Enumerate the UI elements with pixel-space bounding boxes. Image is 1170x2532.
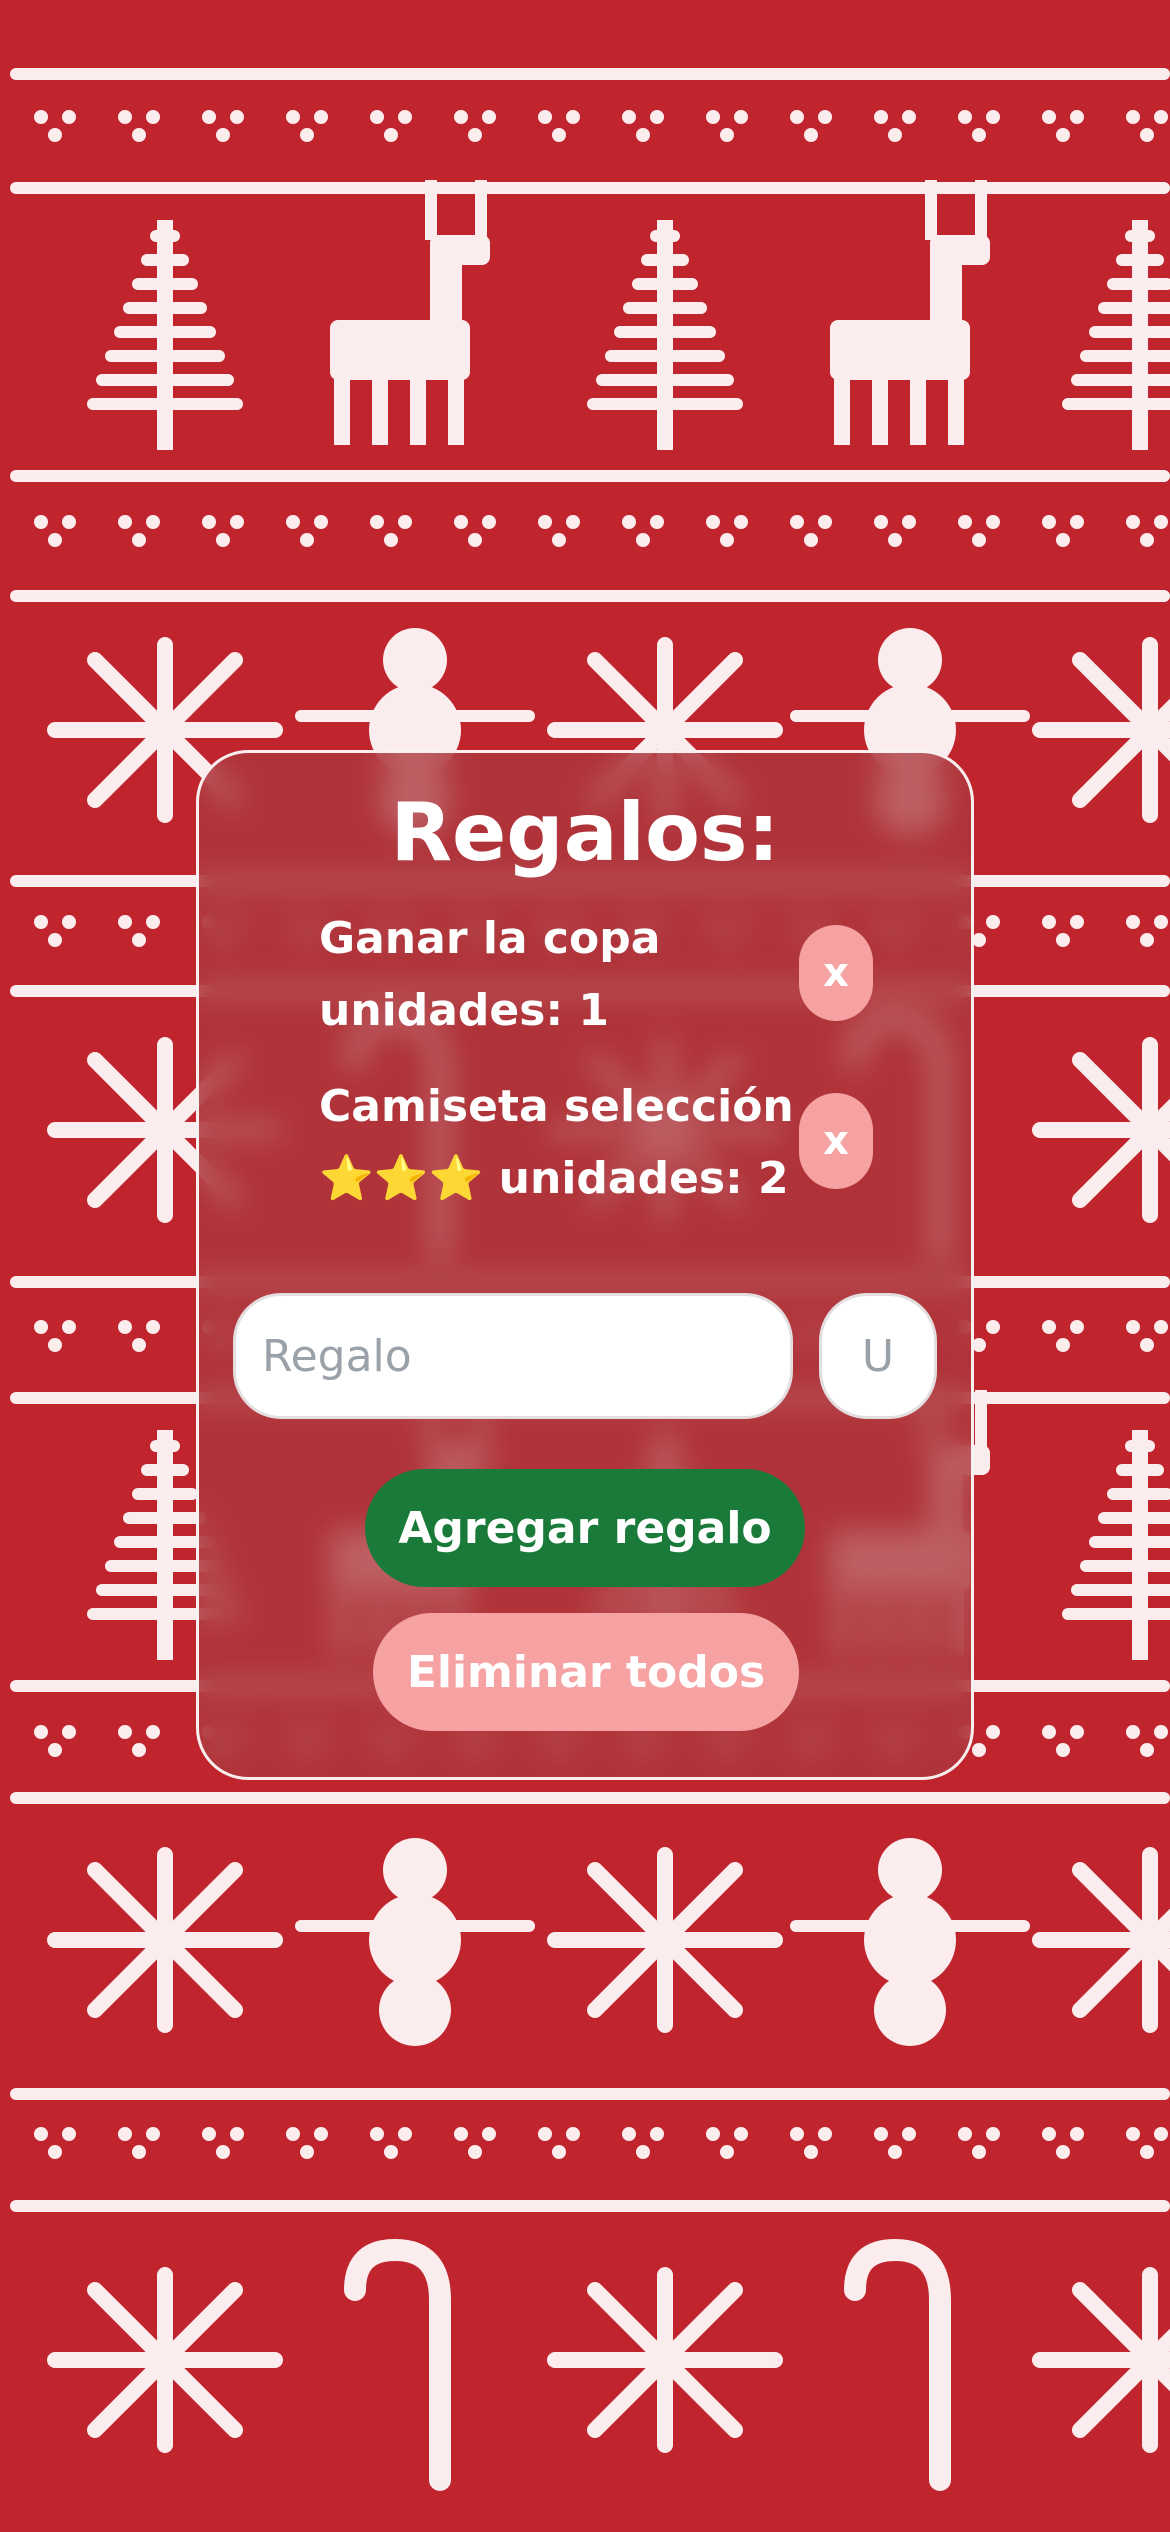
gift-units: unidades: 1 [319,985,609,1036]
list-item: Camiseta selección ⭐⭐⭐ unidades: 2 x [319,1071,879,1231]
units-input[interactable] [819,1293,937,1419]
gift-units: ⭐⭐⭐ unidades: 2 [319,1153,789,1204]
gift-name-input[interactable] [233,1293,793,1419]
remove-gift-button[interactable]: x [799,1093,873,1189]
gift-item-text: Ganar la copa unidades: 1 [319,903,789,1047]
delete-all-button[interactable]: Eliminar todos [373,1613,799,1731]
gift-name: Camiseta selección [319,1081,794,1132]
gift-name: Ganar la copa [319,913,661,964]
add-gift-button[interactable]: Agregar regalo [365,1469,805,1587]
card-title: Regalos: [390,786,780,879]
gift-item-text: Camiseta selección ⭐⭐⭐ unidades: 2 [319,1071,794,1215]
gift-list-card: Regalos: Ganar la copa unidades: 1 x Cam… [196,750,974,1780]
remove-gift-button[interactable]: x [799,925,873,1021]
list-item: Ganar la copa unidades: 1 x [319,903,879,1063]
